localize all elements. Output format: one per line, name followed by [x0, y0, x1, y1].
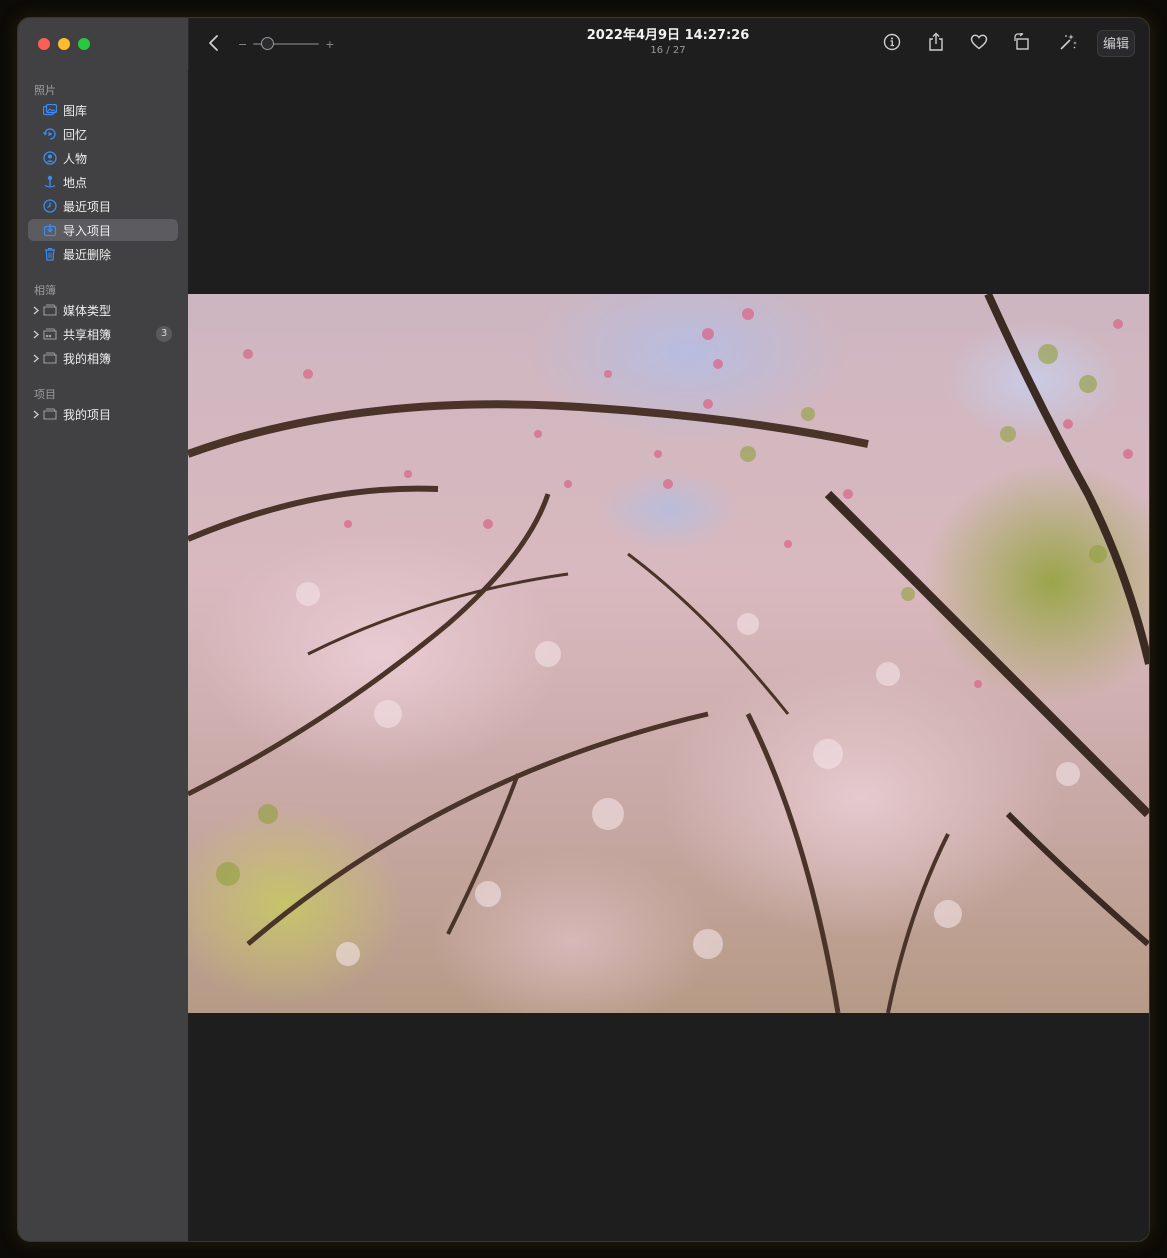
zoom-track[interactable]: [253, 37, 320, 50]
heart-icon: [970, 34, 988, 54]
photo-viewer: [188, 70, 1149, 1241]
sidebar-item-my-projects[interactable]: 我的项目: [28, 403, 178, 425]
section-title-albums: 相簿: [34, 284, 56, 297]
photo[interactable]: [188, 294, 1149, 1013]
sidebar-item-label: 导入项目: [63, 223, 112, 238]
folder-icon: [43, 407, 57, 421]
sidebar-item-recents[interactable]: 最近项目: [28, 195, 178, 217]
chevron-right-icon[interactable]: [33, 354, 41, 363]
shared-folder-icon: [43, 327, 57, 341]
share-button[interactable]: [924, 32, 948, 56]
zoom-in-label[interactable]: +: [325, 38, 334, 51]
people-icon: [43, 151, 57, 165]
imports-icon: [43, 223, 57, 237]
toolbar: − + 2022年4月9日 14:27:26 16 / 27 编辑: [188, 18, 1149, 70]
enhance-button[interactable]: [1056, 32, 1080, 56]
chevron-right-icon[interactable]: [33, 330, 41, 339]
sidebar-item-memories[interactable]: 回忆: [28, 123, 178, 145]
sidebar-item-label: 媒体类型: [63, 303, 112, 318]
minimize-window-button[interactable]: [58, 38, 70, 50]
folder-icon: [43, 303, 57, 317]
rotate-button[interactable]: [1010, 31, 1034, 56]
trash-icon: [43, 247, 57, 261]
sidebar-item-label: 最近项目: [63, 199, 112, 214]
sidebar: 照片 图库 回忆 人物 地点 最近项目 导入项目 最近删除 相簿 媒体类型 共享…: [18, 18, 189, 1241]
sidebar-item-imports[interactable]: 导入项目: [28, 219, 178, 241]
zoom-slider[interactable]: − +: [238, 36, 334, 52]
sidebar-item-label: 共享相簿: [63, 327, 112, 342]
sidebar-item-my-albums[interactable]: 我的相簿: [28, 347, 178, 369]
sidebar-item-recently-deleted[interactable]: 最近删除: [28, 243, 178, 265]
folder-icon: [43, 351, 57, 365]
close-window-button[interactable]: [38, 38, 50, 50]
sidebar-item-places[interactable]: 地点: [28, 171, 178, 193]
zoom-out-label[interactable]: −: [238, 38, 247, 51]
photo-branches-illustration: [188, 294, 1149, 1013]
photos-window: 照片 图库 回忆 人物 地点 最近项目 导入项目 最近删除 相簿 媒体类型 共享…: [18, 18, 1149, 1241]
sidebar-item-people[interactable]: 人物: [28, 147, 178, 169]
info-button[interactable]: [880, 32, 904, 56]
section-title-projects: 项目: [34, 388, 56, 401]
section-title-photos: 照片: [34, 84, 56, 97]
sidebar-item-media-types[interactable]: 媒体类型: [28, 299, 178, 321]
window-controls: [38, 38, 90, 50]
sidebar-item-library[interactable]: 图库: [28, 99, 178, 121]
sidebar-item-shared-albums[interactable]: 共享相簿 3: [28, 323, 178, 345]
favorite-button[interactable]: [967, 32, 991, 56]
chevron-right-icon[interactable]: [33, 306, 41, 315]
shared-albums-count-badge: 3: [156, 326, 172, 342]
sidebar-item-label: 人物: [63, 151, 88, 166]
photo-date: 2022年4月9日 14:27:26: [586, 28, 750, 43]
sidebar-item-label: 最近删除: [63, 247, 112, 262]
chevron-right-icon[interactable]: [33, 410, 41, 419]
memories-icon: [43, 127, 57, 141]
zoom-knob[interactable]: [261, 37, 275, 50]
sidebar-item-label: 我的项目: [63, 407, 112, 422]
fullscreen-window-button[interactable]: [78, 38, 90, 50]
recents-icon: [43, 199, 57, 213]
info-icon: [883, 33, 901, 55]
share-icon: [928, 32, 944, 56]
library-icon: [43, 103, 57, 117]
sidebar-item-label: 回忆: [63, 127, 88, 142]
edit-button[interactable]: 编辑: [1097, 30, 1135, 57]
sidebar-item-label: 地点: [63, 175, 88, 190]
places-icon: [43, 175, 57, 189]
photo-position: 16 / 27: [650, 45, 686, 56]
photo-title: 2022年4月9日 14:27:26 16 / 27: [568, 28, 768, 58]
sidebar-item-label: 图库: [63, 103, 88, 118]
rotate-icon: [1013, 31, 1031, 55]
back-button[interactable]: [206, 32, 224, 54]
magic-wand-icon: [1058, 33, 1078, 55]
sidebar-item-label: 我的相簿: [63, 351, 112, 366]
